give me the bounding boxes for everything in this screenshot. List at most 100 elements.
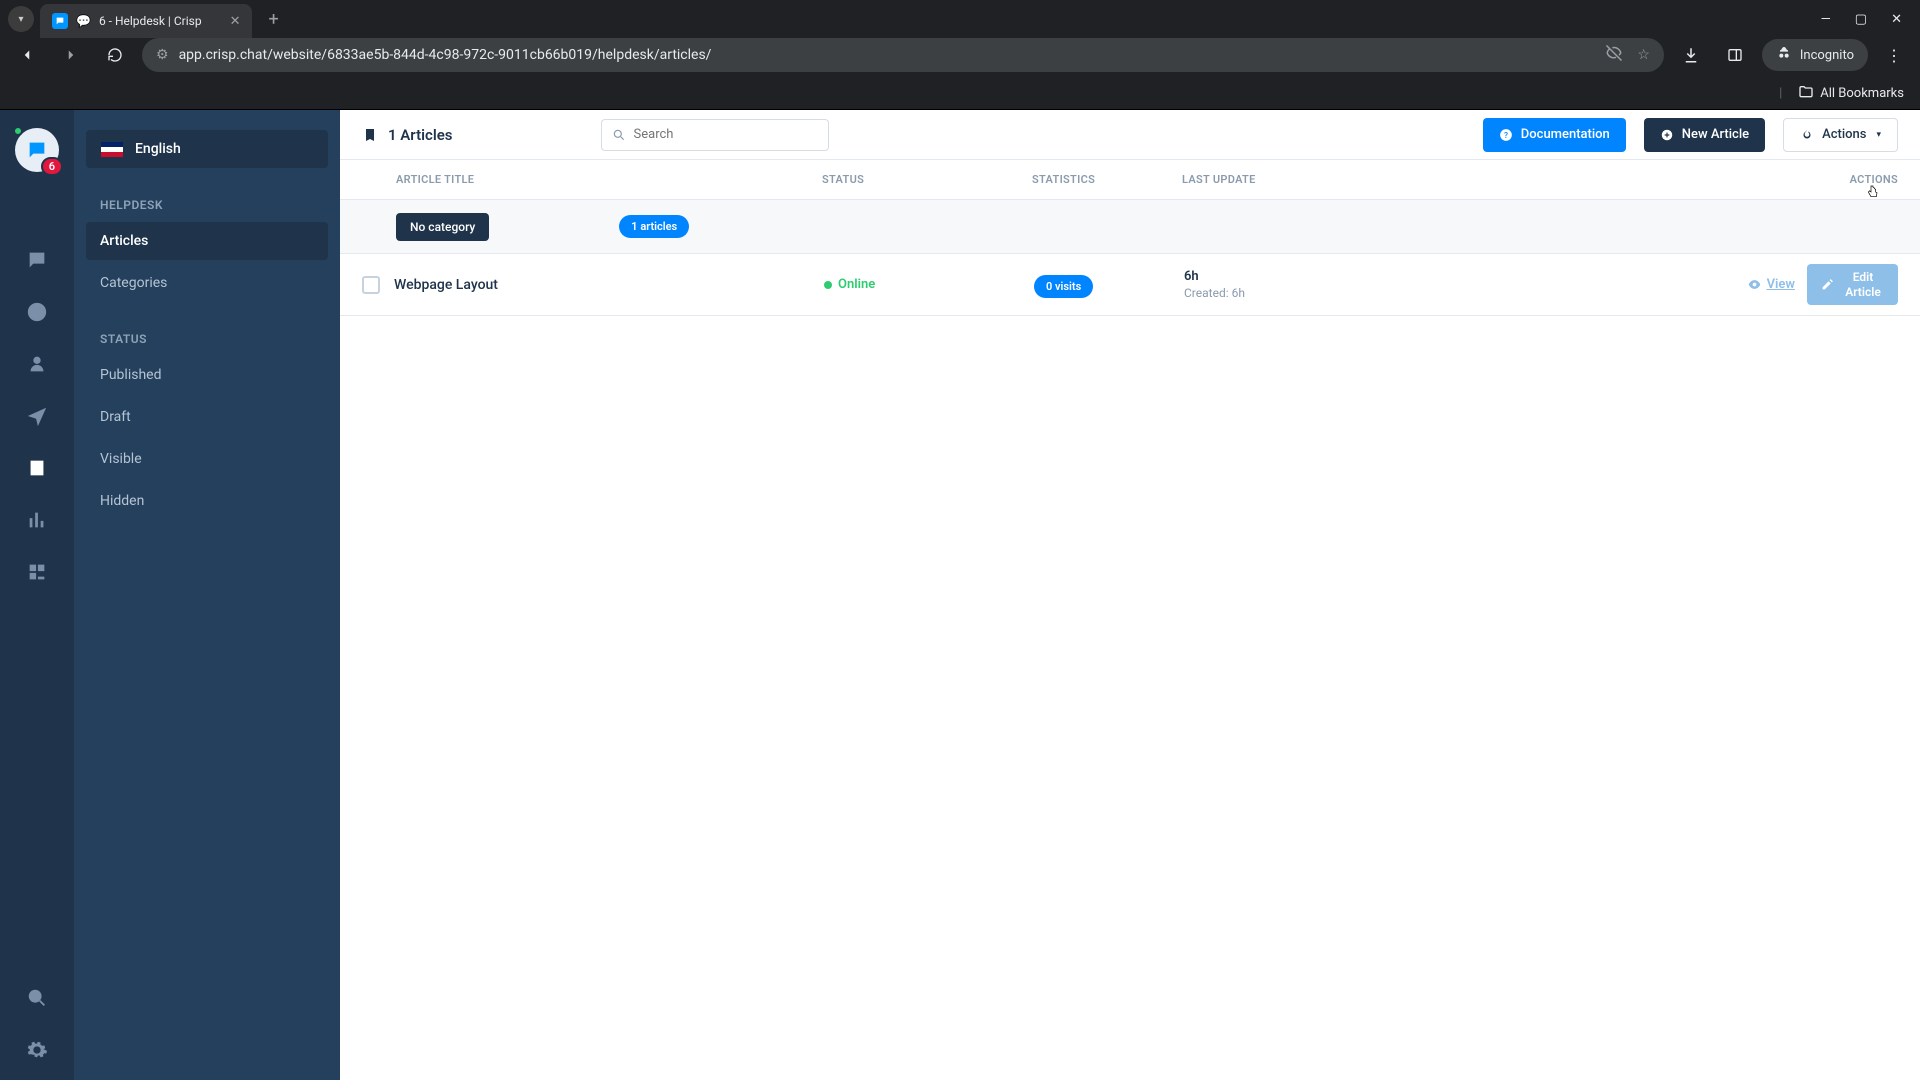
notification-badge: 6 [41,157,63,176]
sidebar-item-visible[interactable]: Visible [86,440,328,478]
article-title[interactable]: Webpage Layout [394,277,824,293]
tab-bar: ▾ 💬 6 - Helpdesk | Crisp ✕ + ― ▢ ✕ [0,0,1920,38]
site-settings-icon[interactable]: ⚙ [156,47,169,63]
new-tab-button[interactable]: + [258,9,288,30]
col-header-title: ARTICLE TITLE [392,173,822,186]
sidebar-item-categories[interactable]: Categories [86,264,328,302]
side-panel-icon[interactable] [1718,38,1752,72]
incognito-badge[interactable]: Incognito [1762,39,1868,71]
globe-icon[interactable] [25,300,49,324]
helpdesk-sidebar: English HELPDESK Articles Categories STA… [74,110,340,1080]
table-header: ARTICLE TITLE STATUS STATISTICS LAST UPD… [340,160,1920,200]
folder-icon [1798,84,1814,104]
toolbar: 1 Articles ? Documentation New Article A… [340,110,1920,160]
helpdesk-icon[interactable] [25,456,49,480]
crisp-favicon-icon [52,13,68,29]
sidebar-heading-status: STATUS [100,332,328,346]
documentation-label: Documentation [1521,127,1610,142]
main-content: 1 Articles ? Documentation New Article A… [340,110,1920,1080]
sidebar-heading-helpdesk: HELPDESK [100,198,328,212]
col-header-status: STATUS [822,173,1032,186]
fire-icon [1800,128,1814,142]
update-created: Created: 6h [1184,286,1474,300]
tab-title: 6 - Helpdesk | Crisp [99,14,202,28]
sidebar-item-draft[interactable]: Draft [86,398,328,436]
url-input[interactable]: ⚙ app.crisp.chat/website/6833ae5b-844d-4… [142,38,1664,72]
article-row: Webpage Layout Online 0 visits 6h Create… [340,254,1920,316]
incognito-icon [1776,45,1792,65]
sidebar-item-articles[interactable]: Articles [86,222,328,260]
search-input[interactable] [634,127,818,142]
back-button[interactable] [10,38,44,72]
campaigns-icon[interactable] [25,404,49,428]
new-article-label: New Article [1682,127,1749,142]
incognito-label: Incognito [1800,48,1854,63]
eye-icon [1747,277,1762,292]
documentation-button[interactable]: ? Documentation [1483,118,1626,152]
search-icon [612,128,626,142]
pencil-icon [1821,278,1834,291]
plus-circle-icon [1660,128,1674,142]
stats-cell: 0 visits [1034,275,1184,294]
edit-article-button[interactable]: Edit Article [1807,264,1898,305]
browser-chrome: ▾ 💬 6 - Helpdesk | Crisp ✕ + ― ▢ ✕ ⚙ [0,0,1920,110]
close-window-icon[interactable]: ✕ [1891,12,1902,27]
all-bookmarks-link[interactable]: All Bookmarks [1820,86,1904,101]
view-link[interactable]: View [1747,277,1795,292]
actions-label: Actions [1822,127,1866,142]
url-text: app.crisp.chat/website/6833ae5b-844d-4c9… [179,47,712,63]
row-checkbox[interactable] [362,276,380,294]
help-icon: ? [1499,128,1513,142]
browser-tab[interactable]: 💬 6 - Helpdesk | Crisp ✕ [40,4,252,38]
update-cell: 6h Created: 6h [1184,269,1474,300]
search-box[interactable] [601,119,829,151]
articles-count-label: 1 Articles [388,126,453,144]
sidebar-item-published[interactable]: Published [86,356,328,394]
inbox-icon[interactable] [25,248,49,272]
category-chip[interactable]: No category [396,213,489,241]
plugins-icon[interactable] [25,560,49,584]
edit-label: Edit Article [1842,270,1884,299]
downloads-icon[interactable] [1674,38,1708,72]
star-icon[interactable]: ☆ [1637,47,1650,63]
minimize-icon[interactable]: ― [1821,12,1831,27]
chrome-menu-icon[interactable]: ⋮ [1878,46,1910,65]
settings-icon[interactable] [25,1038,49,1062]
row-actions: View Edit Article [1474,264,1898,305]
chevron-down-icon: ▾ [18,14,23,25]
reload-button[interactable] [98,38,132,72]
language-selector[interactable]: English [86,130,328,168]
eye-off-icon[interactable] [1605,44,1623,66]
col-header-update: LAST UPDATE [1182,173,1472,186]
address-bar: ⚙ app.crisp.chat/website/6833ae5b-844d-4… [0,38,1920,78]
presence-dot-icon [13,126,23,136]
search-icon[interactable] [25,986,49,1010]
maximize-icon[interactable]: ▢ [1855,12,1867,27]
close-tab-icon[interactable]: ✕ [230,14,241,29]
nav-rail: 6 [0,110,74,1080]
svg-text:?: ? [1504,129,1508,139]
forward-button[interactable] [54,38,88,72]
book-icon [362,127,378,143]
chevron-down-icon: ▾ [1876,130,1881,140]
status-cell: Online [824,277,1034,292]
update-age: 6h [1184,269,1474,284]
col-header-actions: ACTIONS [1472,173,1898,186]
analytics-icon[interactable] [25,508,49,532]
bookmarks-bar: | All Bookmarks [0,78,1920,110]
contacts-icon[interactable] [25,352,49,376]
sidebar-item-hidden[interactable]: Hidden [86,482,328,520]
crisp-app: 6 English HELPDESK Articles Categories S… [0,110,1920,1080]
new-article-button[interactable]: New Article [1644,118,1765,152]
window-controls: ― ▢ ✕ [1821,12,1912,27]
actions-dropdown[interactable]: Actions ▾ [1783,118,1898,152]
visits-badge: 0 visits [1034,275,1093,298]
view-label: View [1767,277,1795,292]
workspace-avatar[interactable]: 6 [15,128,59,172]
tab-notification-icon: 💬 [76,14,91,28]
articles-count: 1 Articles [362,126,453,144]
divider: | [1779,86,1782,101]
category-row: No category 1 articles [340,200,1920,254]
tabs-dropdown[interactable]: ▾ [8,6,34,32]
flag-uk-icon [101,142,123,157]
